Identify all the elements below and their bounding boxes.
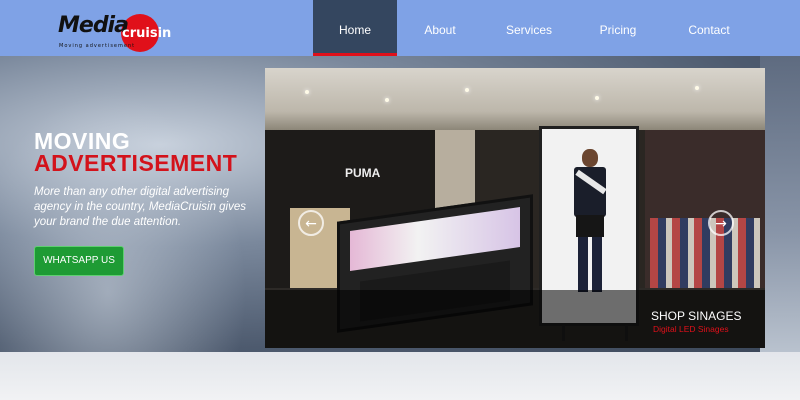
- image-slider[interactable]: PUMA ← → SHOP SINAGES Digital LED Sinage…: [265, 68, 765, 348]
- ceiling-light: [385, 98, 389, 102]
- logo-cruisin: cruisin: [122, 26, 172, 41]
- whatsapp-button[interactable]: WHATSAPP US: [34, 246, 124, 276]
- nav-contact[interactable]: Contact: [661, 0, 757, 56]
- nav-pricing[interactable]: Pricing: [575, 0, 661, 56]
- nav-home[interactable]: Home: [313, 0, 397, 56]
- ceiling-light: [695, 86, 699, 90]
- panel-player-image: [570, 149, 610, 299]
- hero-background-edge: [760, 56, 800, 352]
- nav-services[interactable]: Services: [483, 0, 575, 56]
- main-nav: Home About Services Pricing Contact: [313, 0, 757, 56]
- chevron-right-icon[interactable]: →: [708, 210, 734, 236]
- slide-ceiling: [265, 68, 765, 130]
- slide-clothing-rack: [650, 218, 760, 298]
- player-shorts: [576, 215, 604, 237]
- hero-description: More than any other digital advertising …: [34, 186, 247, 228]
- logo-word: Media: [58, 13, 129, 38]
- logo-tagline: Moving advertisement: [59, 43, 136, 49]
- brand-logo[interactable]: Media cruisin Moving advertisement: [58, 10, 172, 52]
- hero-heading-line2: ADVERTISEMENT: [34, 150, 238, 176]
- store-sign: PUMA: [345, 166, 381, 180]
- page-bottom-band: [0, 352, 800, 400]
- kiosk-screen: [350, 207, 520, 271]
- slide-caption-subtitle: Digital LED Sinages: [653, 324, 729, 334]
- player-head: [582, 149, 598, 167]
- player-leg: [592, 237, 602, 292]
- ceiling-light: [305, 90, 309, 94]
- player-leg: [578, 237, 588, 292]
- slide-caption-title: SHOP SINAGES: [651, 309, 742, 323]
- chevron-left-icon[interactable]: ←: [298, 210, 324, 236]
- nav-about[interactable]: About: [397, 0, 483, 56]
- ceiling-light: [595, 96, 599, 100]
- site-header: Media cruisin Moving advertisement Home …: [0, 0, 800, 56]
- ceiling-light: [465, 88, 469, 92]
